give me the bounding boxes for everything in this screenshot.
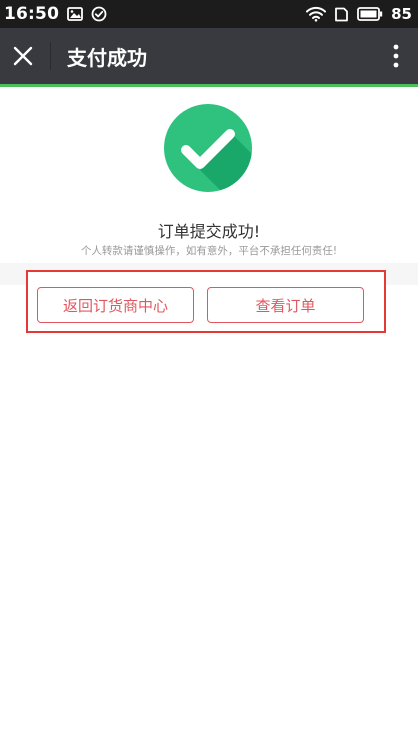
- back-to-supplier-center-button[interactable]: 返回订货商中心: [37, 287, 194, 323]
- status-left: 16:50: [4, 4, 107, 24]
- view-order-button[interactable]: 查看订单: [207, 287, 364, 323]
- page-load-progress: [0, 84, 418, 87]
- status-right: 85: [306, 5, 412, 23]
- wifi-icon: [306, 6, 327, 22]
- battery-percent: 85: [391, 5, 412, 23]
- image-icon: [67, 7, 84, 21]
- page-load-progress-fill: [0, 84, 418, 87]
- close-button[interactable]: [0, 28, 46, 84]
- more-button[interactable]: [374, 28, 418, 84]
- status-bar: 16:50 85: [0, 0, 418, 28]
- more-vertical-icon: [393, 44, 399, 68]
- app-header: 支付成功: [0, 28, 418, 84]
- result-note: 个人转款请谨慎操作，如有意外，平台不承担任何责任!: [80, 245, 338, 257]
- close-icon: [13, 46, 33, 66]
- check-circle-icon: [164, 104, 252, 192]
- sim-icon: [334, 7, 349, 22]
- header-divider: [50, 42, 51, 70]
- check-circle-icon: [91, 6, 107, 22]
- page-title: 支付成功: [67, 45, 147, 70]
- result-title: 订单提交成功!: [157, 222, 261, 241]
- status-time: 16:50: [4, 4, 60, 24]
- battery-icon: [357, 7, 383, 21]
